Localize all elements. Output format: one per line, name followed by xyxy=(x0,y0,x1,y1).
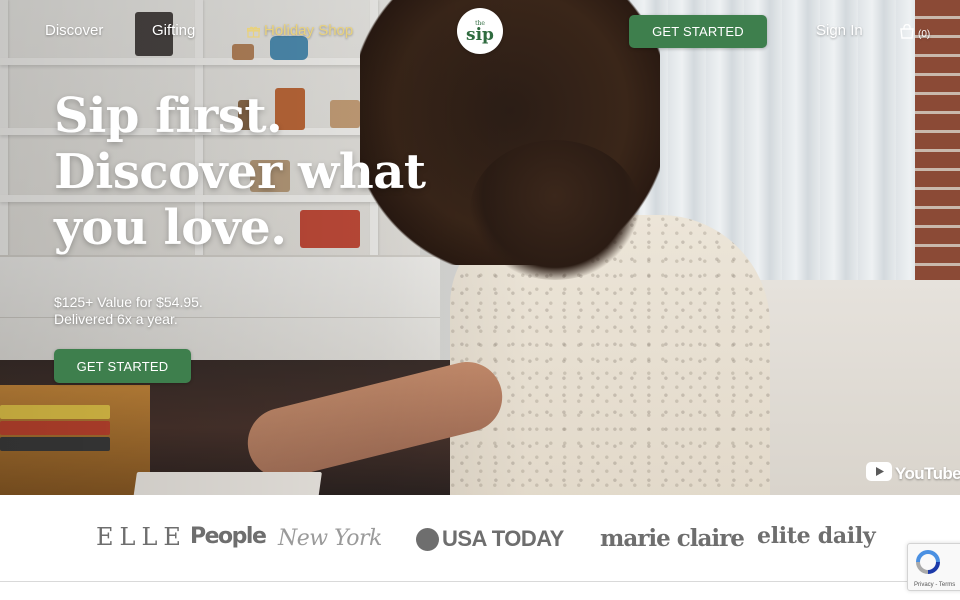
press-logo-elite-daily: elite daily xyxy=(757,523,876,549)
hero-subcopy-line-1: $125+ Value for $54.95. xyxy=(54,294,203,310)
press-logo-people: People xyxy=(190,524,267,549)
hero-headline-line-3: you love. xyxy=(54,200,287,256)
youtube-link[interactable]: YouTube xyxy=(866,462,960,486)
nav-holiday-shop[interactable]: Holiday Shop xyxy=(246,22,354,39)
press-divider xyxy=(0,581,960,582)
press-logo-marie-claire: marie claire xyxy=(600,525,745,552)
hero-subcopy: $125+ Value for $54.95. Delivered 6x a y… xyxy=(54,294,314,328)
recaptcha-links[interactable]: Privacy - Terms xyxy=(914,582,955,588)
hero-get-started-button[interactable]: GET STARTED xyxy=(54,349,191,383)
gift-icon xyxy=(246,25,261,38)
cart-icon xyxy=(899,23,915,44)
recaptcha-badge[interactable]: Privacy - Terms xyxy=(907,543,960,591)
nav-gifting[interactable]: Gifting xyxy=(152,22,195,39)
press-logo-usa-today: USA TODAY xyxy=(416,526,564,552)
cart-button[interactable]: (0) xyxy=(899,23,931,44)
header-get-started-button[interactable]: GET STARTED xyxy=(629,15,767,48)
usa-today-dot-icon xyxy=(416,527,439,551)
hero-headline-line-2: Discover what xyxy=(54,144,426,200)
nav-holiday-shop-label: Holiday Shop xyxy=(264,22,354,39)
site-logo[interactable]: the sip xyxy=(457,8,503,54)
cart-count: (0) xyxy=(918,28,931,40)
press-logo-elle: ELLE xyxy=(96,523,187,551)
nav-sign-in[interactable]: Sign In xyxy=(816,22,863,39)
youtube-play-icon xyxy=(866,462,892,486)
recaptcha-icon xyxy=(914,549,942,580)
press-logo-usa-today-label: USA TODAY xyxy=(442,526,564,551)
hero-headline: Sip first. Discover what you love. xyxy=(54,88,484,256)
hero-subcopy-line-2: Delivered 6x a year. xyxy=(54,311,178,327)
press-logo-new-york: New York xyxy=(278,526,382,551)
hero-headline-line-1: Sip first. xyxy=(54,88,283,144)
nav-discover[interactable]: Discover xyxy=(45,22,103,39)
logo-name: sip xyxy=(466,24,494,45)
press-bar: ELLE People New York USA TODAY marie cla… xyxy=(0,495,960,600)
youtube-wordmark: YouTube xyxy=(895,464,960,483)
